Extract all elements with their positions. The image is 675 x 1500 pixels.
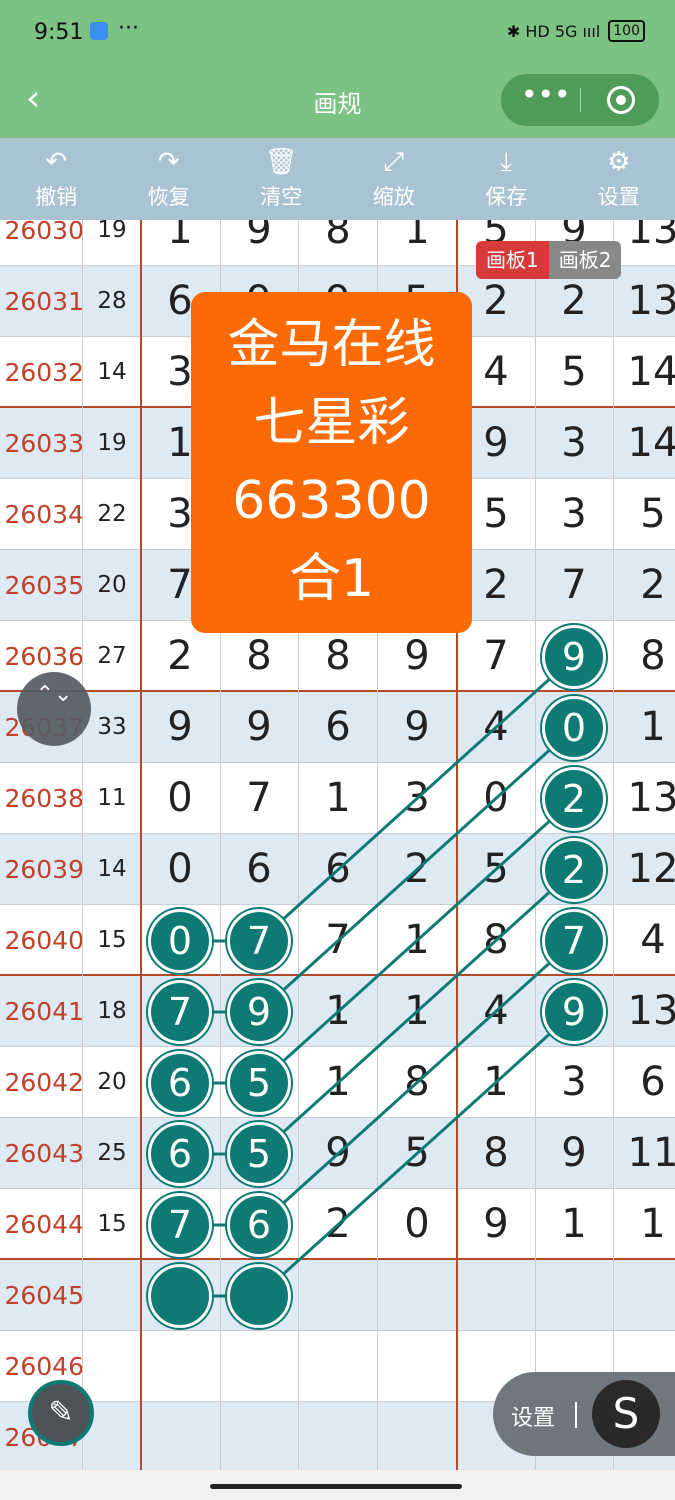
drawn-line: [257, 939, 576, 1227]
promo-line-2: 七星彩: [253, 393, 410, 453]
tab-board-1[interactable]: 画板1: [476, 241, 549, 279]
floating-settings-label[interactable]: 设置: [511, 1400, 555, 1432]
marker-ball[interactable]: 7: [148, 1193, 212, 1257]
marker-ball[interactable]: 2: [542, 838, 606, 902]
promo-line-1: 金马在线: [227, 315, 436, 375]
marker-ball[interactable]: 9: [227, 980, 291, 1044]
marker-ball[interactable]: 7: [148, 980, 212, 1044]
marker-ball[interactable]: 5: [227, 1122, 291, 1186]
floating-settings[interactable]: 设置 S: [493, 1372, 675, 1456]
marker-ball[interactable]: 0: [542, 696, 606, 760]
marker-ball[interactable]: 0: [148, 909, 212, 973]
drawn-line: [257, 797, 576, 1085]
marker-ball[interactable]: [227, 1264, 291, 1328]
promo-line-3: 663300: [232, 471, 431, 531]
marker-ball[interactable]: 6: [148, 1122, 212, 1186]
drawn-line: [257, 726, 576, 1014]
board-tabs: 画板1 画板2: [476, 241, 622, 279]
marker-ball[interactable]: 7: [542, 909, 606, 973]
drawn-line: [257, 655, 576, 943]
marker-ball[interactable]: 5: [227, 1051, 291, 1115]
drawn-line: [257, 868, 576, 1156]
marker-ball[interactable]: 7: [227, 909, 291, 973]
tab-board-2[interactable]: 画板2: [548, 241, 622, 279]
marker-ball[interactable]: 9: [542, 980, 606, 1044]
scroll-arrows-icon: ⌃⌄: [35, 682, 73, 707]
marker-ball[interactable]: 2: [542, 767, 606, 831]
pen-icon: ✎: [48, 1395, 74, 1430]
marker-ball[interactable]: 6: [227, 1193, 291, 1257]
marker-ball[interactable]: [148, 1264, 212, 1328]
promo-line-4: 合1: [288, 549, 375, 609]
marker-ball[interactable]: 6: [148, 1051, 212, 1115]
floating-settings-divider: [575, 1402, 577, 1428]
marker-ball[interactable]: 9: [542, 625, 606, 689]
drawn-line: [257, 1010, 576, 1298]
gesture-bar: [0, 1470, 675, 1500]
promo-banner: 金马在线 七星彩 663300 合1: [191, 292, 472, 633]
pen-button[interactable]: ✎: [28, 1380, 94, 1446]
home-indicator: [210, 1484, 462, 1489]
s-logo-button[interactable]: S: [592, 1380, 660, 1448]
scroll-toggle-button[interactable]: ⌃⌄: [17, 672, 91, 746]
